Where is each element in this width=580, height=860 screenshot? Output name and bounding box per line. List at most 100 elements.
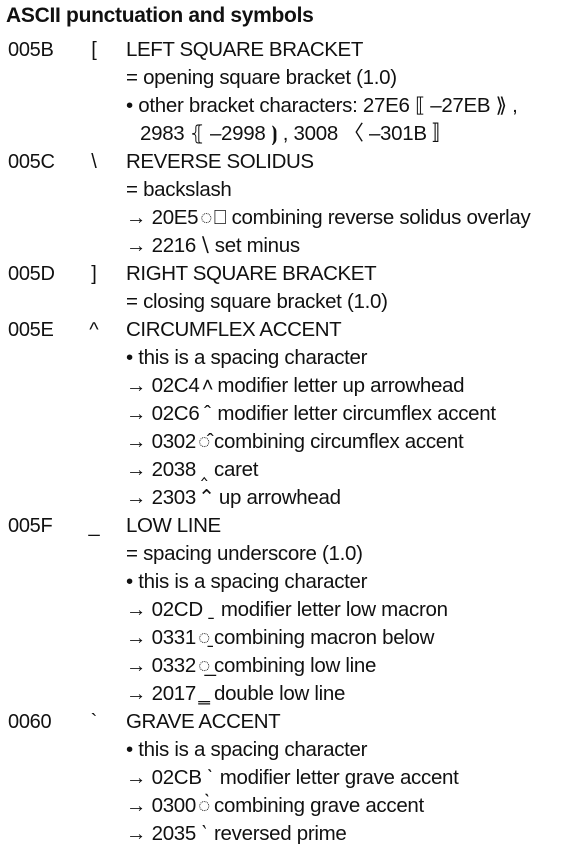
- character-glyph: [: [91, 39, 97, 61]
- code-point: 005C: [8, 151, 55, 173]
- cross-reference-text: → 0331◌̱ combining macron below: [126, 624, 434, 652]
- cross-reference-code[interactable]: 02CD: [152, 598, 204, 621]
- cross-reference-code[interactable]: 02CB: [152, 766, 202, 789]
- cross-reference-glyph: ◌̲: [198, 654, 210, 677]
- cross-reference-code[interactable]: 2216: [152, 234, 197, 257]
- cross-reference-code[interactable]: 02C6: [152, 402, 200, 425]
- character-name: LEFT SQUARE BRACKET: [126, 38, 363, 61]
- cross-reference: → 2303⌃ up arrowhead: [0, 484, 580, 512]
- cross-reference: → 2038 ‸ caret: [0, 456, 580, 484]
- cross-reference-glyph: ˋ: [206, 766, 213, 789]
- character-entry: 005E ^ CIRCUMFLEX ACCENT • this is a spacin…: [0, 316, 580, 512]
- code-point: 005D: [8, 263, 55, 285]
- arrow-icon: →: [126, 458, 147, 481]
- cross-reference-code[interactable]: 2303: [152, 486, 197, 509]
- character-glyph: _: [88, 515, 100, 537]
- cross-reference-text: → 2303⌃ up arrowhead: [126, 484, 341, 512]
- character-glyph: \: [91, 151, 97, 173]
- cross-reference: → 2017 ‗ double low line: [0, 680, 580, 708]
- cross-reference-text: → 02CB ˋ modifier letter grave accent: [126, 764, 459, 792]
- cross-reference-code[interactable]: 20E5: [152, 206, 199, 229]
- arrow-icon: →: [126, 626, 147, 649]
- cross-reference-description: modifier letter circumflex accent: [217, 402, 496, 425]
- character-name: RIGHT SQUARE BRACKET: [126, 262, 377, 285]
- character-glyph: ]: [91, 263, 97, 285]
- arrow-icon: →: [126, 794, 147, 817]
- character-list: 005B [ LEFT SQUARE BRACKET = opening square…: [0, 36, 580, 848]
- alias-note: = backslash: [0, 176, 580, 204]
- arrow-icon: →: [126, 682, 147, 705]
- cross-reference-description: set minus: [214, 234, 300, 257]
- cross-reference-text: → 2038 ‸ caret: [126, 456, 258, 484]
- character-name: LOW LINE: [126, 514, 221, 537]
- cross-reference-text: → 2017 ‗ double low line: [126, 680, 345, 708]
- cross-reference-code[interactable]: 0331: [152, 626, 197, 649]
- cross-reference-text: → 02C6 ˆ modifier letter circumflex accent: [126, 400, 496, 428]
- cross-reference: → 20E5◌⃥ combining reverse solidus overla…: [0, 204, 580, 232]
- arrow-icon: →: [126, 486, 147, 509]
- entry-header: 0060 ` GRAVE ACCENT: [0, 708, 580, 736]
- arrow-icon: →: [126, 654, 147, 677]
- cross-reference-code[interactable]: 0302: [152, 430, 197, 453]
- character-entry: 0060 ` GRAVE ACCENT • this is a spacing cha…: [0, 708, 580, 848]
- cross-reference-code[interactable]: 2017: [152, 682, 197, 705]
- note-text: 2983 ⦃ –2998 ⦘ , 3008 〈 –301B 〛: [140, 122, 453, 145]
- code-point: 0060: [8, 711, 52, 733]
- cross-reference-glyph: ◌̱: [198, 626, 210, 649]
- cross-reference: → 02C6 ˆ modifier letter circumflex accent: [0, 400, 580, 428]
- alias-note: = opening square bracket (1.0): [0, 64, 580, 92]
- character-entry: 005D] RIGHT SQUARE BRACKET = closing squar…: [0, 260, 580, 316]
- note-text: = closing square bracket (1.0): [126, 290, 388, 313]
- code-point: 005E: [8, 319, 54, 341]
- arrow-icon: →: [126, 766, 147, 789]
- cross-reference-code[interactable]: 2035: [152, 822, 197, 845]
- entry-header: 005F _ LOW LINE: [0, 512, 580, 540]
- cross-reference: → 0302◌̂ combining circumflex accent: [0, 428, 580, 456]
- cross-reference-description: combining reverse solidus overlay: [231, 206, 531, 229]
- cross-reference-text: → 0302◌̂ combining circumflex accent: [126, 428, 464, 456]
- cross-reference: → 0332◌̲ combining low line: [0, 652, 580, 680]
- note-text: = backslash: [126, 178, 232, 201]
- bullet-note: • this is a spacing character: [0, 344, 580, 372]
- character-name: GRAVE ACCENT: [126, 710, 281, 733]
- arrow-icon: →: [126, 234, 147, 257]
- cross-reference-text: → 20E5◌⃥ combining reverse solidus overla…: [126, 204, 531, 232]
- character-glyph: ^: [89, 319, 99, 341]
- note-text: • other bracket characters: 27E6 ⟦ –27EB…: [126, 94, 518, 117]
- note-text: • this is a spacing character: [126, 738, 368, 761]
- cross-reference: → 0300◌̀ combining grave accent: [0, 792, 580, 820]
- cross-reference: → 0331◌̱ combining macron below: [0, 624, 580, 652]
- cross-reference-description: modifier letter up arrowhead: [217, 374, 465, 397]
- cross-reference: → 2035 ‵ reversed prime: [0, 820, 580, 848]
- cross-reference-code[interactable]: 02C4: [152, 374, 200, 397]
- character-entry: 005B [ LEFT SQUARE BRACKET = opening square…: [0, 36, 580, 148]
- arrow-icon: →: [126, 402, 147, 425]
- cross-reference-description: double low line: [214, 682, 346, 705]
- cross-reference: → 02CD ˍ modifier letter low macron: [0, 596, 580, 624]
- cross-reference-glyph: ◌̀: [198, 794, 210, 817]
- cross-reference-description: caret: [214, 458, 259, 481]
- cross-reference: → 2216∖ set minus: [0, 232, 580, 260]
- cross-reference-code[interactable]: 2038: [152, 458, 197, 481]
- cross-reference-code[interactable]: 0300: [152, 794, 197, 817]
- cross-reference-glyph: ◌⃥: [200, 206, 228, 229]
- continuation-note: 2983 ⦃ –2998 ⦘ , 3008 〈 –301B 〛: [0, 120, 580, 148]
- note-text: = opening square bracket (1.0): [126, 66, 397, 89]
- cross-reference-code[interactable]: 0332: [152, 654, 197, 677]
- arrow-icon: →: [126, 206, 147, 229]
- code-point: 005B: [8, 39, 54, 61]
- cross-reference-description: combining grave accent: [214, 794, 424, 817]
- cross-reference-description: combining macron below: [214, 626, 435, 649]
- cross-reference-glyph: ◌̂: [198, 430, 210, 453]
- entry-header: 005E ^ CIRCUMFLEX ACCENT: [0, 316, 580, 344]
- cross-reference-glyph: ‸: [200, 458, 208, 481]
- cross-reference-glyph: ‵: [201, 822, 207, 845]
- cross-reference-glyph: ‗: [198, 682, 210, 705]
- cross-reference-text: → 0300◌̀ combining grave accent: [126, 792, 424, 820]
- cross-reference-description: combining circumflex accent: [214, 430, 464, 453]
- entry-header: 005C \ REVERSE SOLIDUS: [0, 148, 580, 176]
- cross-reference-text: → 02C4 ˄ modifier letter up arrowhead: [126, 372, 465, 400]
- cross-reference-text: → 2035 ‵ reversed prime: [126, 820, 347, 848]
- arrow-icon: →: [126, 430, 147, 453]
- character-name: REVERSE SOLIDUS: [126, 150, 314, 173]
